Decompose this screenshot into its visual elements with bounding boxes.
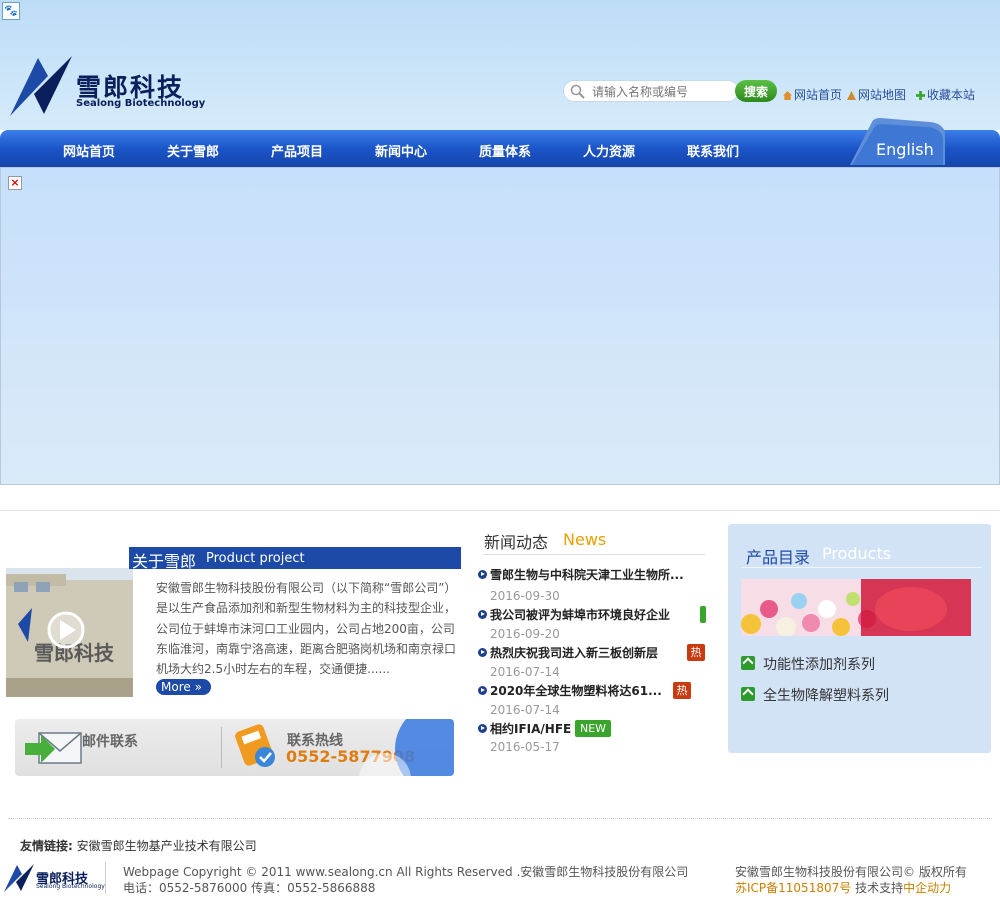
double-chevron-icon: » xyxy=(190,680,202,694)
search-icon xyxy=(570,84,585,99)
search-box xyxy=(563,80,739,102)
logo-text-en: Sealong Biotechnology xyxy=(76,98,206,109)
chevron-up-icon xyxy=(741,656,755,670)
nav-about[interactable]: 关于雪郎 xyxy=(167,141,219,160)
paw-icon[interactable]: 🐾 xyxy=(2,2,20,20)
nav-news[interactable]: 新闻中心 xyxy=(375,141,427,160)
arrow-bullet-icon xyxy=(478,686,487,695)
nav-quality[interactable]: 质量体系 xyxy=(479,141,531,160)
arrow-bullet-icon xyxy=(478,724,487,733)
icp-link[interactable]: 苏ICP备11051807号 xyxy=(735,881,851,895)
friend-links: 友情链接: 安徽雪郎生物基产业技术有限公司 xyxy=(20,839,257,853)
nav-home[interactable]: 网站首页 xyxy=(63,141,115,160)
news-section-title: 新闻动态 News xyxy=(483,529,705,555)
hot-badge: 热 xyxy=(687,644,705,661)
logo-x-icon xyxy=(4,864,34,892)
phone-icon xyxy=(235,724,275,767)
decorative-circles xyxy=(359,719,454,776)
home-icon xyxy=(783,91,792,100)
plus-icon xyxy=(916,91,925,100)
nav-products[interactable]: 产品项目 xyxy=(271,141,323,160)
friend-link[interactable]: 安徽雪郎生物基产业技术有限公司 xyxy=(77,839,257,853)
divider xyxy=(8,818,992,819)
hot-badge: 热 xyxy=(673,682,691,699)
icp-support: 苏ICP备11051807号 技术支持中企动力 xyxy=(735,881,952,895)
header: 🐾 雪郎科技 Sealong Biotechnology 搜索 网站首页 网站地… xyxy=(0,0,1000,130)
contact-phone-fax: 电话：0552-5876000 传真：0552-5866888 xyxy=(123,881,376,895)
new-badge-partial xyxy=(700,606,706,623)
banner-area: × xyxy=(0,167,1000,485)
bookmark-link[interactable]: 收藏本站 xyxy=(916,86,975,103)
news-date: 2016-07-14 xyxy=(490,703,560,717)
divider xyxy=(0,510,1000,511)
news-date: 2016-05-17 xyxy=(490,740,560,752)
news-item[interactable]: 2020年全球生物塑料将达61... 热 xyxy=(478,681,708,701)
search-button[interactable]: 搜索 xyxy=(735,80,777,102)
nav-hr[interactable]: 人力资源 xyxy=(583,141,635,160)
copyright-text: Webpage Copyright © 2011 www.sealong.cn … xyxy=(123,865,689,879)
company-building-image: 雪郎科技 xyxy=(6,568,133,697)
arrow-bullet-icon xyxy=(478,648,487,657)
new-badge: NEW xyxy=(575,720,611,737)
products-panel: 产品目录 Products 功能性添加剂系列 全生物降解塑料系列 xyxy=(728,524,991,753)
arrow-bullet-icon xyxy=(478,570,487,579)
company-video-thumbnail[interactable]: 雪郎科技 xyxy=(6,568,133,697)
mail-icon[interactable] xyxy=(25,729,87,769)
about-section-title: 关于雪郎 Product project xyxy=(129,547,461,571)
divider xyxy=(221,727,222,768)
home-link[interactable]: 网站首页 xyxy=(783,86,842,103)
mail-label[interactable]: 邮件联系 xyxy=(82,731,138,751)
news-item[interactable]: 我公司被评为蚌埠市环境良好企业 xyxy=(478,605,708,625)
more-button[interactable]: More » xyxy=(156,679,211,695)
news-date: 2016-09-30 xyxy=(490,589,560,603)
rights-text: 安徽雪郎生物科技股份有限公司© 版权所有 xyxy=(735,865,967,879)
footer-logo: 雪郎科技 Sealong Biotechnology xyxy=(4,862,106,894)
chevron-up-icon xyxy=(741,687,755,701)
english-tab[interactable]: English xyxy=(850,118,946,166)
products-image[interactable] xyxy=(741,579,971,636)
sitemap-link[interactable]: 网站地图 xyxy=(847,86,906,103)
site-logo[interactable]: 雪郎科技 Sealong Biotechnology xyxy=(8,54,208,118)
candy-balls-image xyxy=(741,579,971,636)
contact-strip: 邮件联系 联系热线 0552-5877908 xyxy=(15,719,454,776)
broken-image-icon: × xyxy=(8,176,22,190)
nav-contact[interactable]: 联系我们 xyxy=(687,141,739,160)
arrow-bullet-icon xyxy=(478,610,487,619)
search-input[interactable] xyxy=(592,83,732,100)
news-item[interactable]: 雪郎生物与中科院天津工业生物所... xyxy=(478,565,708,585)
products-section-title: 产品目录 Products xyxy=(741,542,982,568)
news-item[interactable]: 相约IFIA/HFE NEW xyxy=(478,719,708,739)
about-description: 安徽雪郎生物科技股份有限公司（以下简称“雪郎公司”）是以生产食品添加剂和新型生物… xyxy=(156,581,457,677)
sitemap-icon xyxy=(847,91,856,100)
news-date: 2016-07-14 xyxy=(490,665,560,679)
news-item[interactable]: 热烈庆祝我司进入新三板创新层 热 xyxy=(478,643,708,663)
logo-x-icon xyxy=(10,56,72,116)
news-date: 2016-09-20 xyxy=(490,627,560,641)
support-link[interactable]: 中企动力 xyxy=(903,881,951,895)
